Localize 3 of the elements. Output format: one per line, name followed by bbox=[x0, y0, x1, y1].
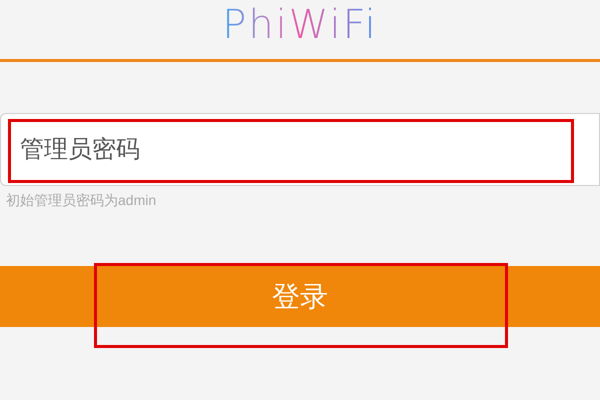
hint-text: 初始管理员密码为admin bbox=[6, 191, 158, 210]
password-field[interactable]: 管理员密码 bbox=[0, 113, 600, 186]
login-button[interactable]: 登录 bbox=[0, 266, 600, 327]
